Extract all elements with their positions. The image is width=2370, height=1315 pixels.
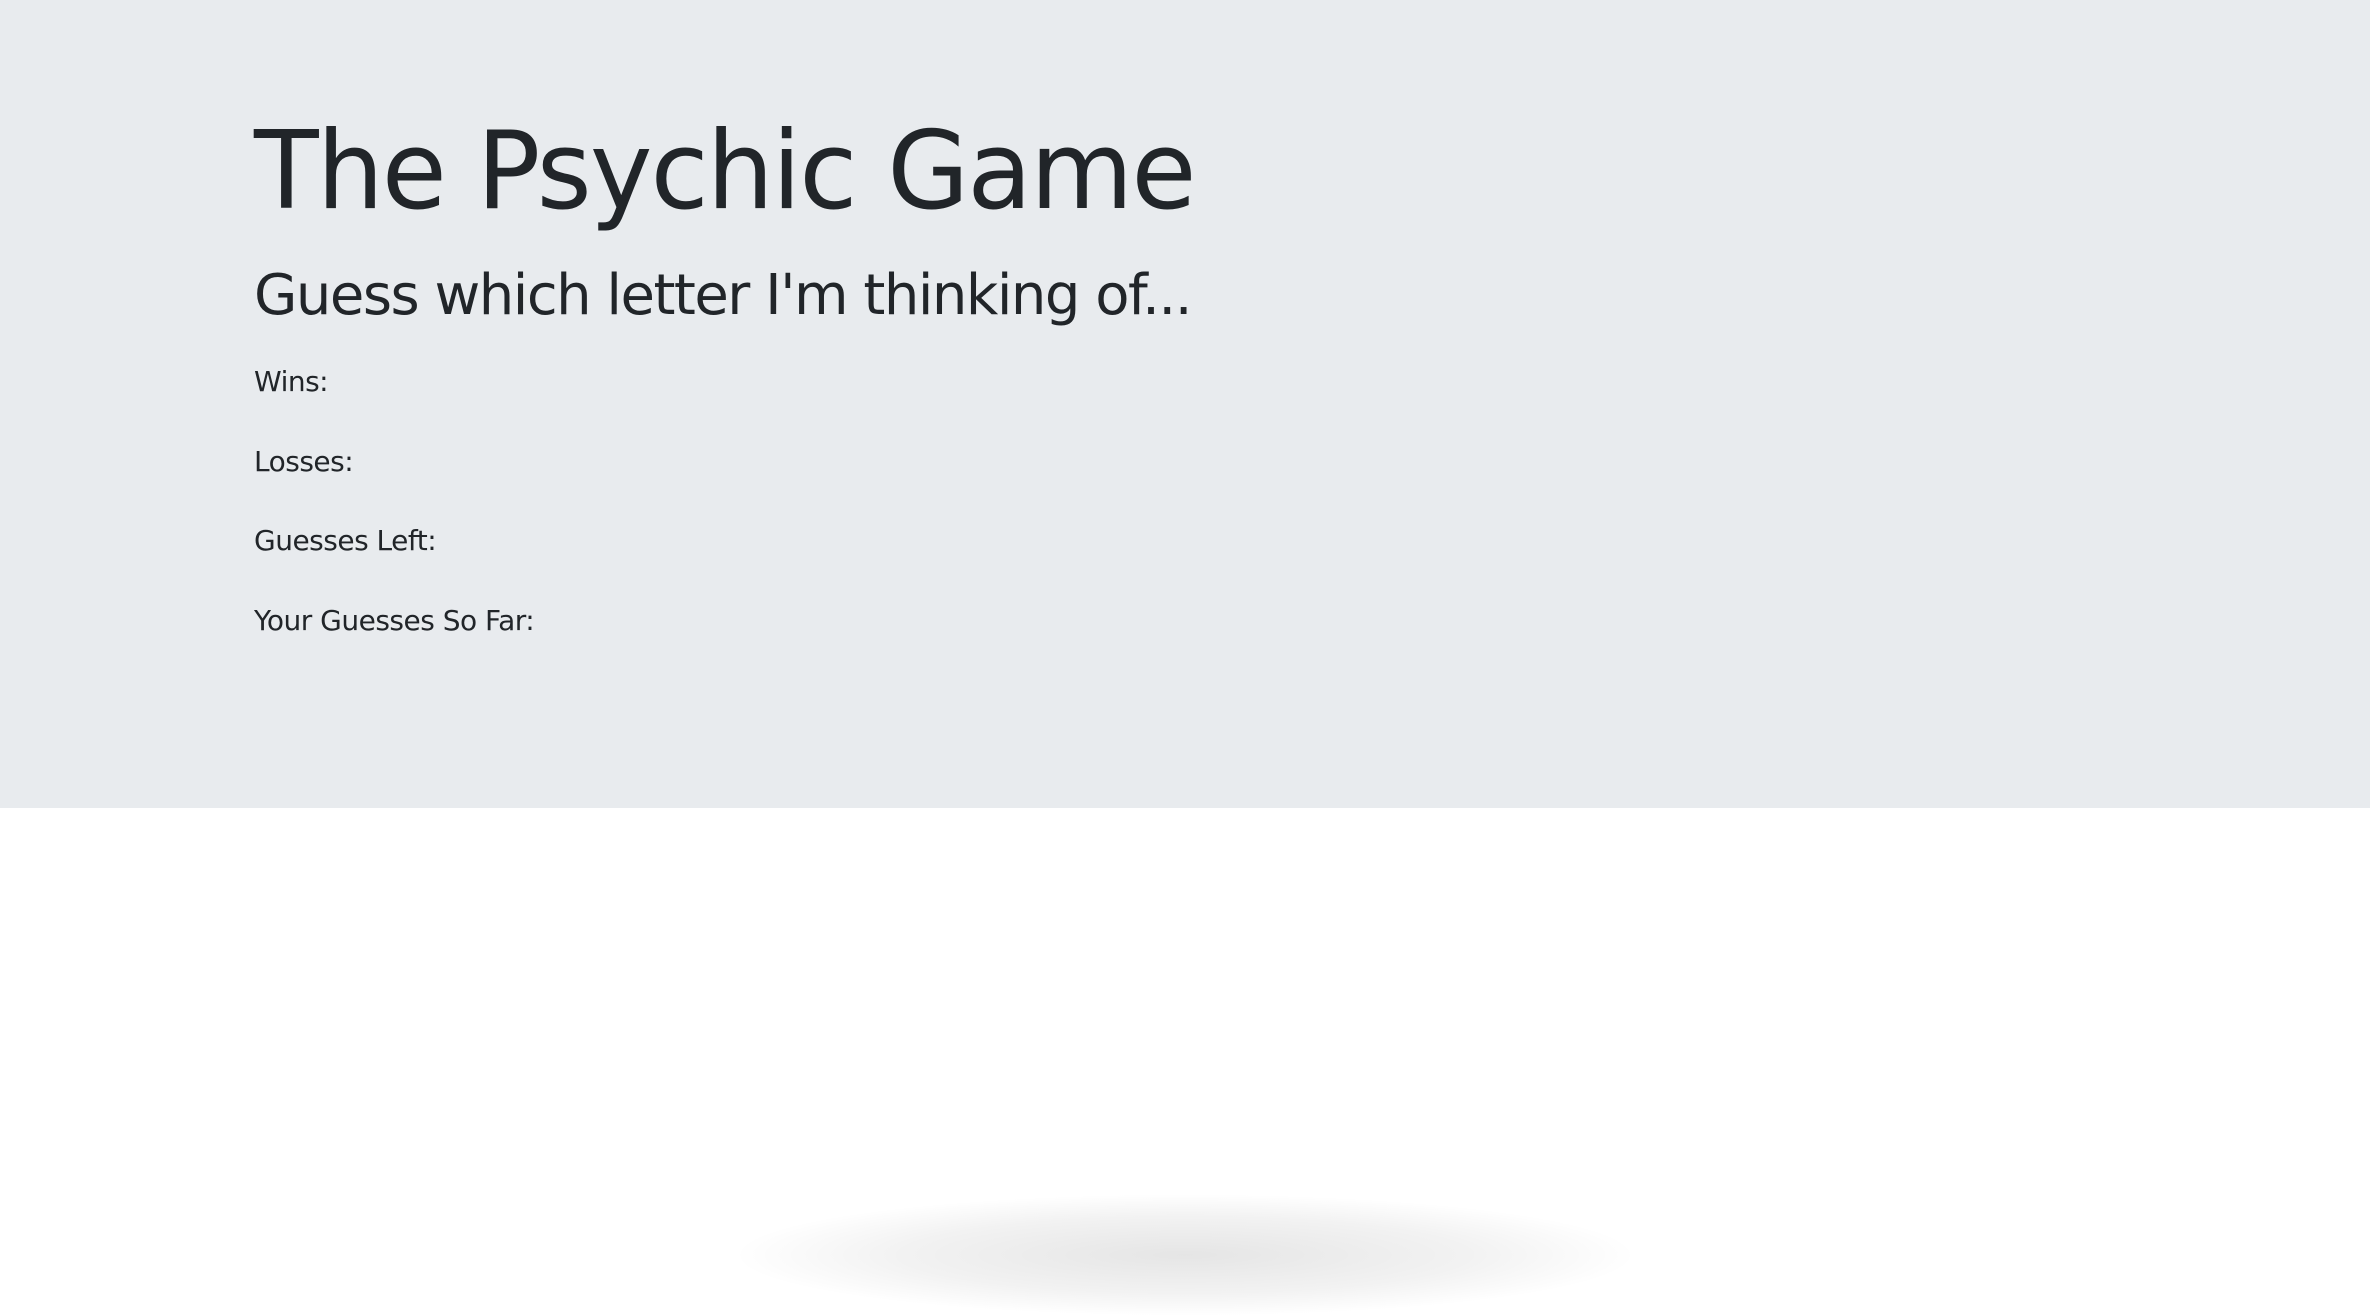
losses-stat: Losses: bbox=[254, 448, 361, 476]
page-subtitle: Guess which letter I'm thinking of... bbox=[254, 263, 1193, 328]
guesses-so-far-label: Your Guesses So Far: bbox=[254, 604, 535, 637]
guesses-left-label: Guesses Left: bbox=[254, 524, 437, 557]
guesses-left-stat: Guesses Left: bbox=[254, 527, 444, 555]
jumbotron: The Psychic Game Guess which letter I'm … bbox=[0, 0, 2370, 808]
wins-stat: Wins: bbox=[254, 368, 336, 396]
page-title: The Psychic Game bbox=[254, 109, 1196, 234]
bottom-shadow-decoration bbox=[740, 1195, 1630, 1315]
losses-label: Losses: bbox=[254, 445, 354, 478]
guesses-so-far-stat: Your Guesses So Far: bbox=[254, 607, 542, 635]
wins-label: Wins: bbox=[254, 365, 329, 398]
